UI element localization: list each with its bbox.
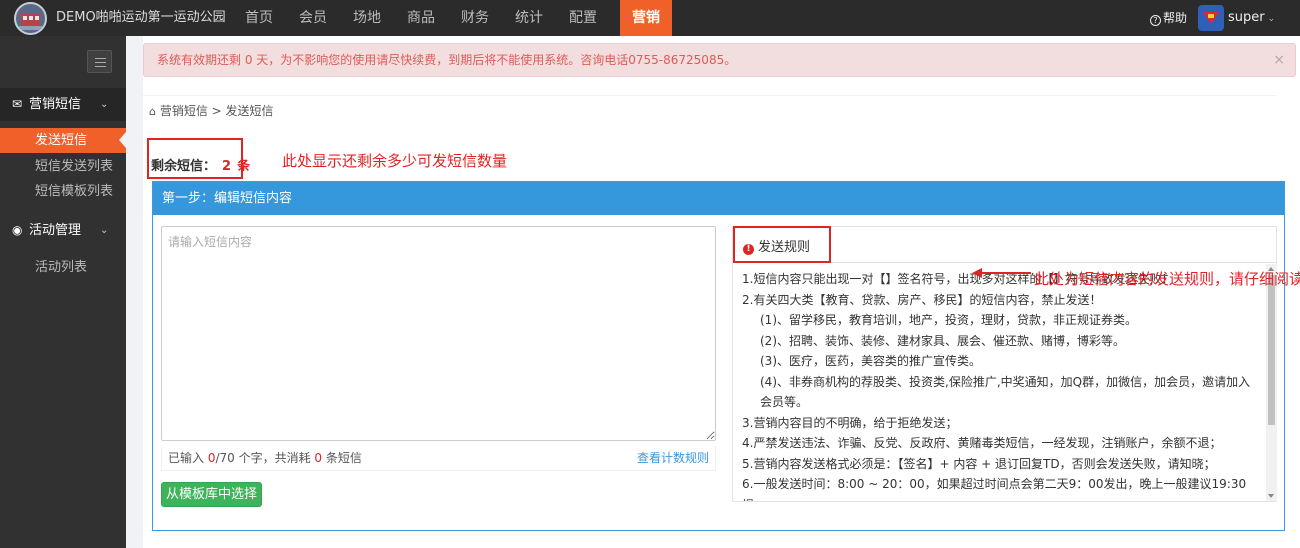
question-icon: ? <box>1150 15 1161 26</box>
venue-logo[interactable] <box>14 2 47 35</box>
nav-settings[interactable]: 配置 <box>556 0 610 36</box>
rules-annotation: 此处为短信内容的发送规则，请仔细阅读 <box>1034 270 1300 288</box>
rule-line: 5.营销内容发送格式必须是：【签名】+ 内容 + 退订回复TD，否则会发送失败，… <box>742 456 1216 471</box>
rule-line: (3)、医疗，医药，美容类的推广宣传类。 <box>760 354 981 368</box>
nav-statistics[interactable]: 统计 <box>502 0 556 36</box>
rules-header: ! 发送规则 <box>733 226 1276 263</box>
rule-line: 6.一般发送时间：8:00 ~ 20：00，如果超过时间点会第二天9：00发出，… <box>742 477 1247 501</box>
select-template-button[interactable]: 从模板库中选择 <box>161 482 262 507</box>
alert-message: 系统有效期还剩 0 天，为不影响您的使用请尽快续费，到期后将不能使用系统。咨询电… <box>157 53 737 67</box>
chevron-down-icon: ⌄ <box>1267 14 1276 24</box>
main-content: 系统有效期还剩 0 天，为不影响您的使用请尽快续费，到期后将不能使用系统。咨询电… <box>143 36 1300 548</box>
sidebar-item-sms-template-list[interactable]: 短信模板列表 <box>0 179 126 204</box>
sidebar-item-activity-list[interactable]: 活动列表 <box>0 255 126 280</box>
rules-title: ! 发送规则 <box>743 236 810 255</box>
rule-line: 4.严禁发送违法、诈骗、反党、反政府、黄赌毒类短信，一经发现，注销账户，余额不退… <box>742 436 1222 450</box>
annotation-arrow-line <box>981 272 1031 274</box>
sms-edit-panel: 第一步：编辑短信内容 已输入 0/70 个字，共消耗 0 条短信 查看计数规则 … <box>152 181 1285 531</box>
nav-marketing[interactable]: 营销 <box>620 0 672 36</box>
sidebar-group-sms[interactable]: ✉ 营销短信 ⌄ <box>0 88 126 121</box>
sidebar-item-send-sms[interactable]: 发送短信 <box>0 128 126 153</box>
scrollbar-thumb[interactable] <box>1268 275 1275 425</box>
venue-name: DEMO啪啪运动第一运动公园 <box>56 10 226 25</box>
sidebar-toggle-button[interactable] <box>87 50 112 73</box>
sidebar-group-label: 营销短信 <box>29 97 82 112</box>
balance-annotation: 此处显示还剩余多少可发短信数量 <box>282 152 508 170</box>
breadcrumb-current: 发送短信 <box>225 104 274 118</box>
home-icon[interactable]: ⌂ <box>149 105 156 118</box>
sidebar-group-activities[interactable]: ◉ 活动管理 ⌄ <box>0 214 126 247</box>
sidebar-item-sms-send-list[interactable]: 短信发送列表 <box>0 154 126 179</box>
breadcrumb-root[interactable]: 营销短信 <box>160 104 208 118</box>
sidebar-group-label: 活动管理 <box>29 223 82 238</box>
rules-scrollbar[interactable] <box>1266 264 1277 501</box>
chevron-down-icon: ⌄ <box>100 225 109 236</box>
nav-products[interactable]: 商品 <box>394 0 448 36</box>
rule-line: (2)、招聘、装饰、装修、建材家具、展会、催还款、赌博，博彩等。 <box>760 333 1126 348</box>
scroll-down-icon[interactable] <box>1268 494 1274 498</box>
user-menu[interactable]: super ⌄ <box>1228 0 1275 37</box>
sms-balance-count: 2 <box>222 159 232 174</box>
nav-home[interactable]: 首页 <box>232 0 286 36</box>
sidebar: ✉ 营销短信 ⌄ 发送短信 短信发送列表 短信模板列表 ◉ 活动管理 ⌄ 活动列… <box>0 36 126 548</box>
nav-members[interactable]: 会员 <box>286 0 340 36</box>
user-avatar[interactable] <box>1198 5 1224 31</box>
exclamation-icon: ! <box>743 244 754 255</box>
breadcrumb: ⌂ 营销短信 > 发送短信 <box>143 95 1277 125</box>
active-group-pointer <box>119 132 126 148</box>
count-rules-link[interactable]: 查看计数规则 <box>637 446 709 471</box>
location-pin-icon: ◉ <box>12 223 23 237</box>
sms-balance-unit: 条 <box>237 159 251 174</box>
nav-venues[interactable]: 场地 <box>340 0 394 36</box>
messages-count: 0 <box>314 451 323 465</box>
breadcrumb-separator: > <box>211 104 222 118</box>
top-navbar: DEMO啪啪运动第一运动公园 首页 会员 场地 商品 财务 统计 配置 营销 ?… <box>0 0 1300 36</box>
step-title: 第一步：编辑短信内容 <box>153 182 1284 215</box>
expiry-alert: 系统有效期还剩 0 天，为不影响您的使用请尽快续费，到期后将不能使用系统。咨询电… <box>143 43 1296 77</box>
close-icon[interactable]: × <box>1273 44 1285 76</box>
main-nav: 首页 会员 场地 商品 财务 统计 配置 营销 <box>232 0 672 36</box>
sms-balance: 剩余短信： 2 条 <box>151 155 250 174</box>
rule-line: 3.营销内容目的不明确，给于拒绝发送； <box>742 415 958 430</box>
envelope-icon: ✉ <box>12 97 23 111</box>
sms-content-input[interactable] <box>161 226 716 441</box>
chevron-down-icon: ⌄ <box>100 99 109 110</box>
sms-balance-label: 剩余短信： <box>151 159 217 174</box>
nav-finance[interactable]: 财务 <box>448 0 502 36</box>
rule-line: 2.有关四大类【教育、贷款、房产、移民】的短信内容，禁止发送！ <box>742 292 1102 307</box>
username: super <box>1228 10 1265 25</box>
rules-list: 1.短信内容只能出现一对【】签名符号，出现多对这样的【】符号导致发送失败！ 2.有… <box>733 264 1266 501</box>
help-link[interactable]: ? 帮助 <box>1150 0 1187 36</box>
rule-line: (1)、留学移民，教育培训，地产，投资，理财，贷款，非正规证券类。 <box>760 313 1138 327</box>
rule-line: (4)、非券商机构的荐股类、投资类,保险推广,中奖通知，加Q群，加微信，加会员，… <box>760 374 1251 410</box>
help-label: 帮助 <box>1163 11 1188 25</box>
char-counter: 已输入 0/70 个字，共消耗 0 条短信 查看计数规则 <box>161 446 716 471</box>
